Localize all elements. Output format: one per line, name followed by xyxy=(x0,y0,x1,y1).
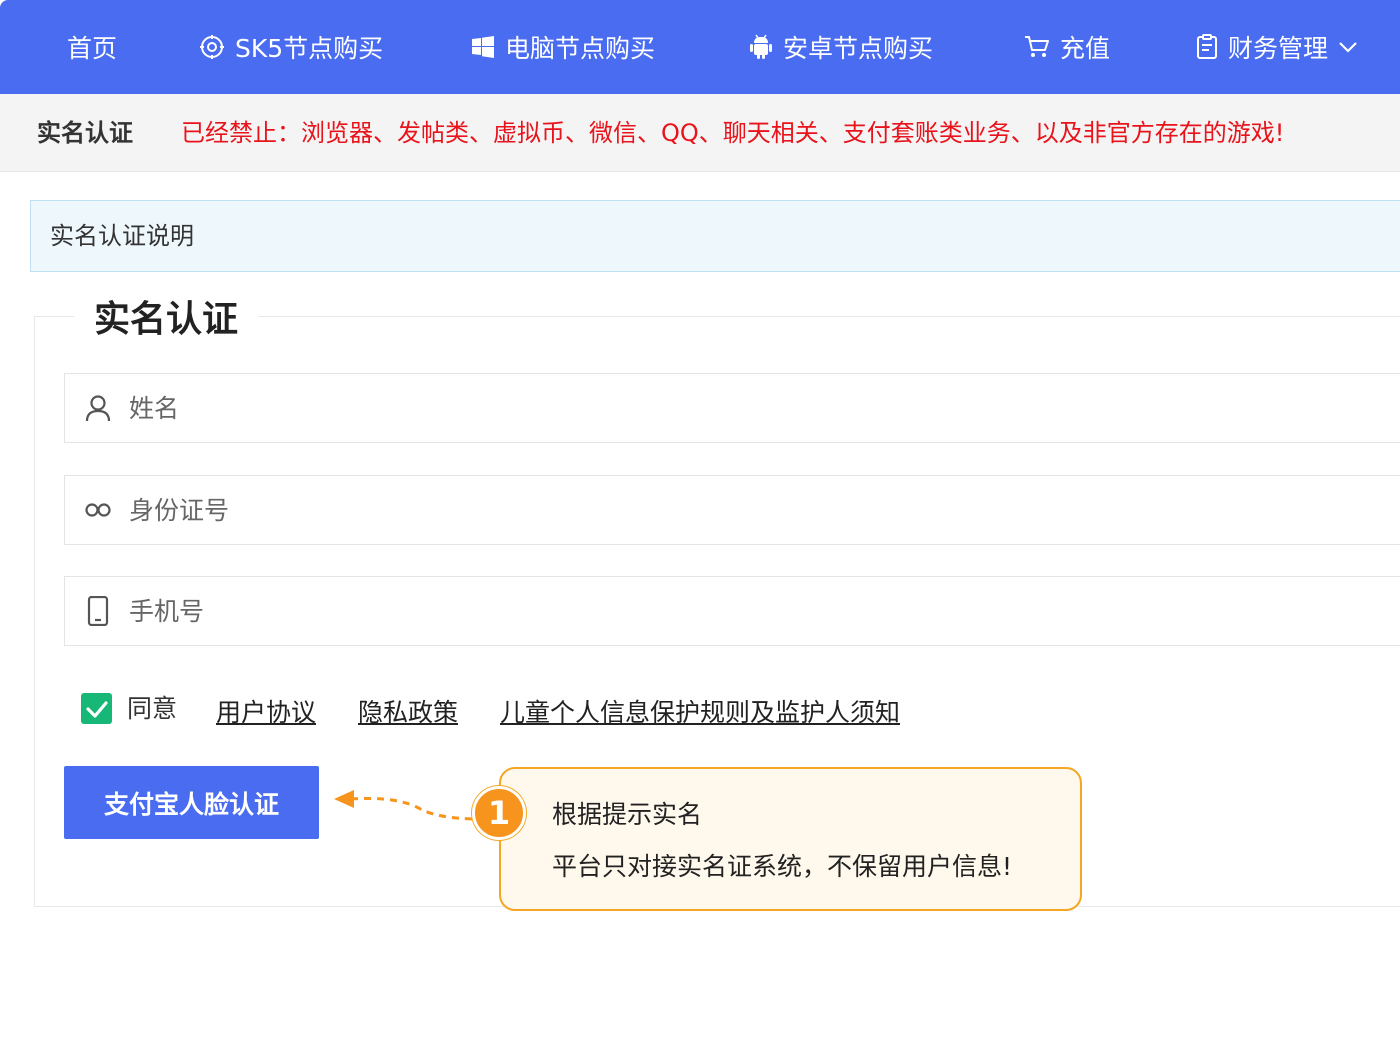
nav-item-label: 财务管理 xyxy=(1228,34,1329,63)
privacy-policy-link[interactable]: 隐私政策 xyxy=(358,694,458,732)
tip-callout: 根据提示实名 平台只对接实名证系统，不保留用户信息! xyxy=(499,767,1082,911)
nav-item-finance[interactable]: 财务管理 xyxy=(1196,0,1358,94)
nav-item-pc-node[interactable]: 电脑节点购买 xyxy=(471,0,655,94)
agreement-row: 同意 用户协议 隐私政策 儿童个人信息保护规则及监护人须知 xyxy=(81,690,981,734)
cart-icon xyxy=(1024,35,1050,59)
step-badge: 1 xyxy=(472,786,526,840)
agree-checkbox[interactable] xyxy=(81,693,112,724)
node-icon xyxy=(199,34,225,60)
check-icon xyxy=(85,700,108,718)
callout-line-1: 根据提示实名 xyxy=(552,800,703,829)
nav-item-sk5[interactable]: SK5节点购买 xyxy=(199,0,383,94)
id-card-icon xyxy=(83,495,113,525)
agree-label: 同意 xyxy=(127,694,178,723)
info-box: 实名认证说明 xyxy=(30,200,1400,272)
nav-item-android-node[interactable]: 安卓节点购买 xyxy=(749,0,933,94)
windows-icon xyxy=(471,35,495,59)
notice-text: 已经禁止：浏览器、发帖类、虚拟币、微信、QQ、聊天相关、支付套账类业务、以及非官… xyxy=(181,119,1285,147)
nav-item-recharge[interactable]: 充值 xyxy=(1024,0,1110,94)
callout-line-2: 平台只对接实名证系统，不保留用户信息! xyxy=(552,852,1013,881)
finance-icon xyxy=(1196,34,1218,60)
nav-item-home[interactable]: 首页 xyxy=(67,0,117,94)
phone-icon xyxy=(83,596,113,626)
name-field[interactable] xyxy=(64,373,1400,443)
nav-item-label: 首页 xyxy=(67,34,118,63)
phone-input[interactable] xyxy=(129,577,1379,645)
nav-item-label: SK5节点购买 xyxy=(235,34,384,63)
notice-title: 实名认证 xyxy=(37,119,133,147)
alipay-face-auth-button[interactable]: 支付宝人脸认证 xyxy=(64,766,319,839)
chevron-down-icon[interactable] xyxy=(1338,40,1358,54)
info-text: 实名认证说明 xyxy=(50,222,194,250)
top-navigation: 首页 SK5节点购买 电脑节点购买 安卓节点购买 充值 财务管理 xyxy=(0,0,1400,94)
id-number-input[interactable] xyxy=(129,476,1379,544)
android-icon xyxy=(749,34,773,60)
id-number-field[interactable] xyxy=(64,475,1400,545)
notice-bar: 实名认证 已经禁止：浏览器、发帖类、虚拟币、微信、QQ、聊天相关、支付套账类业务… xyxy=(0,94,1400,172)
form-legend: 实名认证 xyxy=(74,290,259,350)
nav-item-label: 充值 xyxy=(1060,34,1111,63)
callout-arrow-icon xyxy=(334,790,473,821)
child-privacy-link[interactable]: 儿童个人信息保护规则及监护人须知 xyxy=(500,694,900,732)
nav-item-label: 安卓节点购买 xyxy=(783,34,934,63)
phone-field[interactable] xyxy=(64,576,1400,646)
user-agreement-link[interactable]: 用户协议 xyxy=(216,694,316,732)
nav-item-label: 电脑节点购买 xyxy=(505,34,656,63)
name-input[interactable] xyxy=(129,374,1379,442)
user-icon xyxy=(83,393,113,423)
